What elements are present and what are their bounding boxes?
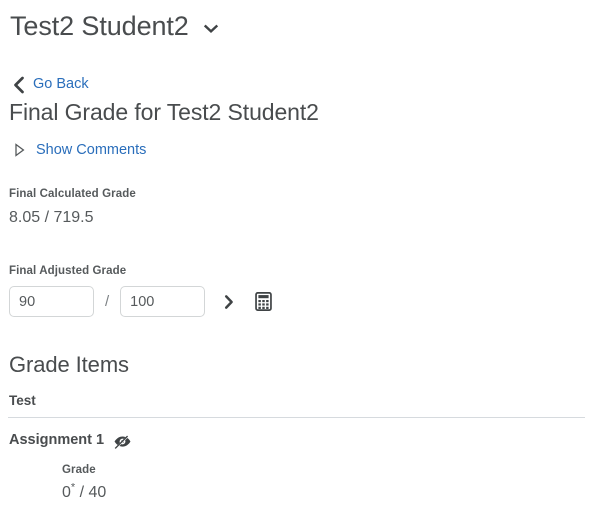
triangle-right-icon — [14, 143, 25, 157]
final-grade-page: Test2 Student2 Go Back Final Grade for T… — [0, 0, 593, 508]
grade-value: 0* / 40 — [62, 482, 593, 502]
grade-item-row[interactable]: Assignment 1 — [0, 430, 593, 450]
final-calculated-grade-block: Final Calculated Grade 8.05 / 719.5 — [0, 188, 593, 227]
final-adjusted-denominator-input[interactable] — [120, 286, 206, 317]
chevron-right-icon[interactable] — [219, 291, 239, 313]
grade-items-heading: Grade Items — [9, 352, 129, 377]
final-adjusted-grade-block: Final Adjusted Grade / — [0, 265, 593, 317]
chevron-left-icon — [12, 76, 26, 93]
final-adjusted-numerator-input[interactable] — [9, 286, 94, 317]
grade-separator: / — [105, 293, 110, 310]
final-adjusted-grade-label: Final Adjusted Grade — [9, 265, 127, 277]
final-calculated-grade-label: Final Calculated Grade — [9, 188, 136, 200]
grade-category-name: Test — [9, 393, 36, 408]
eye-slash-icon — [113, 434, 131, 449]
final-grade-heading: Final Grade for Test2 Student2 — [9, 99, 319, 125]
grade-items-list: Test Assignment 1 Grade 0* / 40 — [0, 393, 593, 502]
grade-value-out-of: / 40 — [75, 484, 107, 501]
final-calculated-grade-value: 8.05 / 719.5 — [9, 209, 94, 226]
chevron-down-icon[interactable] — [203, 21, 219, 37]
go-back-label: Go Back — [33, 76, 89, 92]
grade-item-name: Assignment 1 — [9, 432, 105, 448]
final-adjusted-grade-inputs: / — [0, 286, 593, 317]
grade-item-grade-block: Grade 0* / 40 — [0, 464, 593, 502]
grade-label: Grade — [62, 464, 96, 476]
go-back-link[interactable]: Go Back — [0, 73, 593, 95]
category-divider — [8, 417, 585, 418]
grade-category: Test Assignment 1 Grade 0* / 40 — [0, 393, 593, 502]
page-header: Test2 Student2 — [0, 0, 593, 46]
page-title: Test2 Student2 — [10, 10, 189, 41]
show-comments-toggle[interactable]: Show Comments — [0, 140, 593, 160]
show-comments-label: Show Comments — [36, 142, 147, 158]
grade-value-number: 0 — [62, 484, 71, 501]
calculator-icon[interactable] — [252, 291, 274, 313]
